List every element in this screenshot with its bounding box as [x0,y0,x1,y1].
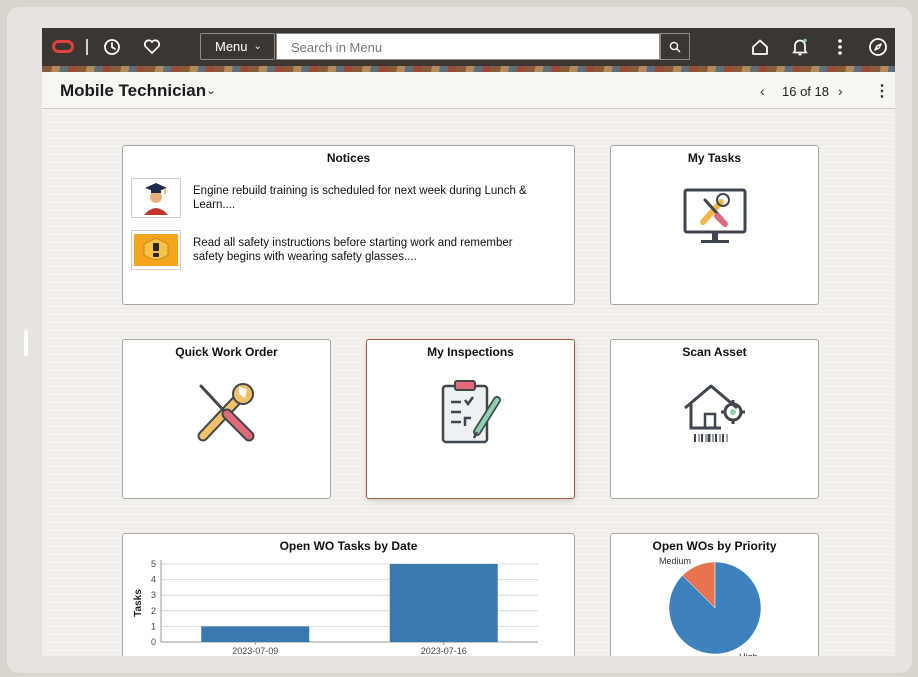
bar [389,564,498,642]
my-tasks-tile[interactable]: My Tasks [610,145,819,305]
notices-tile[interactable]: Notices Engine rebuild training is sched… [122,145,575,305]
house-gear-barcode-icon [684,384,745,442]
clipboard-checklist-icon [441,380,501,444]
notice-item[interactable]: Read all safety instructions before star… [131,230,561,272]
search-menu-input[interactable]: Search in Menu [276,33,660,60]
menu-button-label: Menu [215,39,248,54]
navbar-compass-icon[interactable] [866,35,890,59]
pie-slice-high [668,561,762,655]
tile-title: My Inspections [427,345,514,359]
previous-page-icon[interactable]: ‹ [760,83,765,99]
y-tick-label: 0 [151,637,156,647]
wrench-screwdriver-icon [197,383,255,442]
graduate-icon [131,178,181,218]
pie-label-high: High [739,652,758,656]
home-icon[interactable] [748,35,772,59]
page-title-bar: Mobile Technician ⌄ ‹ 16 of 18 › ⋮ [42,72,895,109]
bar [201,626,310,642]
navigator-menu-button[interactable]: Menu ⌄ [200,33,275,60]
device-side-indicator [24,330,28,356]
pie-chart: Medium High [659,556,762,656]
tile-title: Scan Asset [682,345,747,359]
tile-title: Quick Work Order [175,345,278,359]
y-tick-label: 4 [151,575,156,585]
title-chevron-down-icon[interactable]: ⌄ [206,83,216,97]
safety-warning-icon [131,230,181,270]
tile-title: Notices [326,151,371,165]
recent-history-icon[interactable] [100,35,124,59]
my-inspections-tile[interactable]: My Inspections [366,339,575,499]
notice-item[interactable]: Engine rebuild training is scheduled for… [131,178,561,220]
scan-asset-tile[interactable]: Scan Asset [610,339,819,499]
app-screen: Menu ⌄ Search in Menu Mobile Technician … [42,28,895,656]
y-tick-label: 3 [151,590,156,600]
tile-grid: Notices Engine rebuild training is sched… [42,109,895,656]
topbar-divider [86,39,88,55]
quick-work-order-tile[interactable]: Quick Work Order [122,339,331,499]
next-page-icon[interactable]: › [838,83,843,99]
favorites-heart-icon[interactable] [140,35,164,59]
tile-title: My Tasks [687,151,742,165]
pie-label-medium: Medium [659,556,691,566]
x-tick-label: 2023-07-09 [232,646,278,656]
notice-text: Read all safety instructions before star… [193,237,513,263]
open-wo-tasks-tile[interactable]: Open WO Tasks by Date 0 1 2 3 4 5 Tasks 2023-07… [122,533,575,656]
monitor-tools-icon [683,188,747,243]
y-tick-label: 5 [151,559,156,569]
top-navigation-bar: Menu ⌄ Search in Menu [42,28,895,66]
notice-text: Engine rebuild training is scheduled for… [193,185,527,211]
actions-menu-icon[interactable] [828,35,852,59]
oracle-logo-icon[interactable] [52,40,74,53]
page-counter: 16 of 18 [782,84,829,99]
search-button[interactable] [660,33,690,60]
chevron-down-icon: ⌄ [253,41,262,52]
search-icon [669,41,681,52]
open-wos-priority-tile[interactable]: Open WOs by Priority MediumHigh [610,533,819,656]
y-tick-label: 2 [151,606,156,616]
y-tick-label: 1 [151,621,156,631]
bar-chart: 0 1 2 3 4 5 Tasks 2023-07-09 2023-07-16 [133,559,538,656]
page-options-icon[interactable]: ⋮ [874,81,890,101]
page-title[interactable]: Mobile Technician [60,81,206,101]
y-axis-label: Tasks [133,589,144,617]
notifications-bell-icon[interactable] [788,35,812,59]
x-tick-label: 2023-07-16 [421,646,467,656]
